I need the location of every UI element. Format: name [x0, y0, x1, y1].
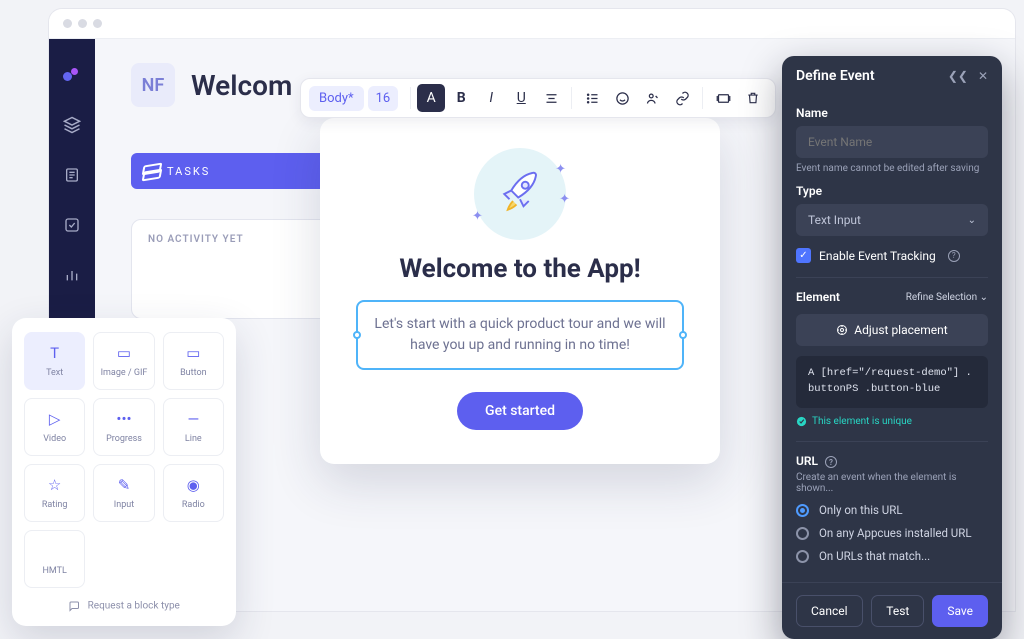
help-icon[interactable]: ?	[825, 456, 837, 468]
type-field-label: Type	[796, 184, 988, 198]
analytics-icon[interactable]	[62, 265, 82, 285]
traffic-light-red[interactable]	[63, 19, 72, 28]
tasks-label: TASKS	[167, 165, 210, 178]
block-label: Input	[114, 500, 134, 510]
block-label: Button	[180, 368, 206, 378]
block-icon: ◉	[184, 476, 202, 494]
block-icon: ▷	[46, 410, 64, 428]
page-title: Welcom	[191, 69, 292, 102]
block-video[interactable]: ▷ Video	[24, 398, 85, 456]
underline-icon[interactable]: U	[507, 84, 535, 112]
block-label: Line	[185, 434, 202, 444]
url-option-1[interactable]: On any Appcues installed URL	[796, 526, 988, 540]
chevron-down-icon: ⌄	[968, 215, 976, 226]
block-icon: ☆	[46, 476, 64, 494]
get-started-button[interactable]: Get started	[457, 392, 583, 430]
block-icon	[46, 542, 64, 560]
block-icon: •••	[115, 410, 133, 428]
url-option-2[interactable]: On URLs that match...	[796, 549, 988, 563]
element-section-label: Element	[796, 290, 840, 304]
block-image-gif[interactable]: ▭ Image / GIF	[93, 332, 154, 390]
define-event-panel: Define Event ❮❮ ✕ Name Event name cannot…	[782, 56, 1002, 639]
block-label: Radio	[182, 500, 205, 510]
name-hint: Event name cannot be edited after saving	[796, 163, 988, 174]
block-label: Progress	[106, 434, 142, 444]
checkbox-icon[interactable]	[62, 215, 82, 235]
block-line[interactable]: — Line	[163, 398, 224, 456]
block-label: HMTL	[42, 566, 66, 576]
image-block-icon[interactable]	[709, 84, 737, 112]
block-icon: ✎	[115, 476, 133, 494]
list-icon[interactable]	[578, 84, 606, 112]
refine-selection-link[interactable]: Refine Selection ⌄	[906, 292, 988, 303]
modal-title: Welcome to the App!	[356, 254, 684, 284]
url-option-0[interactable]: Only on this URL	[796, 503, 988, 517]
block-icon: ▭	[184, 344, 202, 362]
selection-handle-right[interactable]	[679, 331, 687, 339]
element-selector-code: A [href="/request-demo"] .buttonPS .butt…	[796, 356, 988, 408]
name-field-label: Name	[796, 106, 988, 120]
emoji-icon[interactable]	[608, 84, 636, 112]
workspace-chip[interactable]: NF	[131, 63, 175, 107]
traffic-light-yellow[interactable]	[78, 19, 87, 28]
block-text[interactable]: T Text	[24, 332, 85, 390]
block-icon: ▭	[115, 344, 133, 362]
welcome-modal: ✦✦✦ Welcome to the App! Let's start with…	[320, 118, 720, 464]
block-input[interactable]: ✎ Input	[93, 464, 154, 522]
block-label: Image / GIF	[101, 368, 148, 378]
text-style-select[interactable]: Body*	[309, 86, 364, 111]
bold-icon[interactable]: B	[447, 84, 475, 112]
document-icon[interactable]	[62, 165, 82, 185]
block-hmtl[interactable]: HMTL	[24, 530, 85, 588]
delete-icon[interactable]	[739, 84, 767, 112]
help-icon[interactable]: ?	[948, 250, 960, 262]
url-section-label: URL ?	[796, 454, 837, 469]
font-color-icon[interactable]: A	[417, 84, 445, 112]
request-block-type-link[interactable]: Request a block type	[24, 600, 224, 612]
radio-icon	[796, 527, 809, 540]
align-icon[interactable]	[537, 84, 565, 112]
block-progress[interactable]: ••• Progress	[93, 398, 154, 456]
user-tag-icon[interactable]	[638, 84, 666, 112]
logo-icon[interactable]	[62, 65, 82, 85]
browser-titlebar	[49, 9, 1015, 39]
test-button[interactable]: Test	[871, 595, 924, 627]
adjust-placement-button[interactable]: Adjust placement	[796, 314, 988, 346]
block-button[interactable]: ▭ Button	[163, 332, 224, 390]
editable-text-selection[interactable]: Let's start with a quick product tour an…	[356, 300, 684, 370]
enable-tracking-label: Enable Event Tracking	[819, 249, 936, 263]
close-icon[interactable]: ✕	[978, 69, 988, 83]
event-name-input[interactable]	[796, 126, 988, 158]
block-icon: T	[46, 344, 64, 362]
unique-element-note: This element is unique	[796, 416, 988, 427]
selection-handle-left[interactable]	[353, 331, 361, 339]
collapse-icon[interactable]: ❮❮	[948, 69, 968, 83]
block-icon: —	[184, 410, 202, 428]
rocket-illustration: ✦✦✦	[474, 148, 566, 240]
block-label: Text	[46, 368, 63, 378]
link-icon[interactable]	[668, 84, 696, 112]
rich-text-toolbar: Body* 16 A B I U	[300, 78, 776, 118]
save-button[interactable]: Save	[932, 595, 988, 627]
block-label: Rating	[42, 500, 68, 510]
radio-icon	[796, 504, 809, 517]
url-hint: Create an event when the element is show…	[796, 472, 988, 494]
modal-body-text[interactable]: Let's start with a quick product tour an…	[374, 314, 666, 356]
cancel-button[interactable]: Cancel	[796, 595, 863, 627]
enable-tracking-checkbox[interactable]: ✓	[796, 248, 811, 263]
type-select[interactable]: Text Input ⌄	[796, 204, 988, 236]
radio-icon	[796, 550, 809, 563]
block-type-picker: T Text ▭ Image / GIF ▭ Button ▷ Video ••• Progres…	[12, 318, 236, 626]
stack-icon	[143, 164, 157, 178]
block-label: Video	[43, 434, 66, 444]
layers-icon[interactable]	[62, 115, 82, 135]
traffic-light-green[interactable]	[93, 19, 102, 28]
block-radio[interactable]: ◉ Radio	[163, 464, 224, 522]
italic-icon[interactable]: I	[477, 84, 505, 112]
block-rating[interactable]: ☆ Rating	[24, 464, 85, 522]
font-size-input[interactable]: 16	[368, 86, 399, 111]
panel-title: Define Event	[796, 68, 875, 84]
